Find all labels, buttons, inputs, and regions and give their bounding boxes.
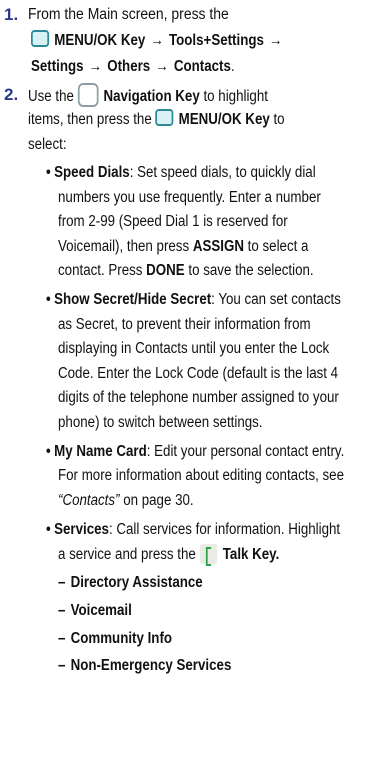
secret-text: displaying in Contacts until you enter t… xyxy=(58,340,330,357)
name-card-text: For more information about editing conta… xyxy=(58,467,345,484)
step-1-line-3: Settings → Others → Contacts. xyxy=(31,58,235,75)
step-1-number: 1. xyxy=(4,5,19,24)
step-2-line-3: select: xyxy=(28,136,67,153)
secret-text: as Secret, to prevent their information … xyxy=(58,316,311,333)
secret-text: digits of the telephone number assigned … xyxy=(58,389,339,406)
step-1-line-1: From the Main screen, press the xyxy=(28,6,229,23)
step-2-line-2: items, then press the MENU/OK Key to xyxy=(28,109,285,128)
speed-dials-text: contact. Press DONE to save the selectio… xyxy=(58,262,314,279)
step-1-line-2: MENU/OK Key → Tools+Settings → xyxy=(31,29,329,52)
step-2-number: 2. xyxy=(4,85,19,104)
menu-ok-key-icon xyxy=(155,109,174,126)
speed-dials-text: Voicemail), then press ASSIGN to select … xyxy=(58,238,309,255)
service-item: – Directory Assistance xyxy=(58,574,203,591)
secret-text: Code. Enter the Lock Code (default is th… xyxy=(58,365,339,382)
navigation-key-icon xyxy=(77,83,99,107)
service-item: – Community Info xyxy=(58,630,173,647)
speed-dials-text: numbers you use frequently. Enter a numb… xyxy=(58,189,321,206)
bullet-speed-dials: • Speed Dials: Set speed dials, to quickl… xyxy=(46,164,316,181)
bullet-show-hide-secret: • Show Secret/Hide Secret: You can set co… xyxy=(46,291,341,308)
secret-text: phone) to switch between settings. xyxy=(58,414,263,431)
speed-dials-text: from 2-99 (Speed Dial 1 is reserved for xyxy=(58,213,288,230)
services-text: a service and press the Talk Key. xyxy=(58,544,280,566)
bullet-services: • Services: Call services for information… xyxy=(46,521,341,538)
talk-key-icon xyxy=(199,544,217,566)
service-item: – Voicemail xyxy=(58,602,132,619)
contacts-page-link[interactable]: “Contacts” on page 30. xyxy=(58,489,216,512)
bullet-my-name-card: • My Name Card: Edit your personal contac… xyxy=(46,443,345,460)
menu-ok-key-icon xyxy=(31,30,50,47)
service-item: – Non-Emergency Services xyxy=(58,657,232,674)
step-2-line-1: Use the Navigation Key to highlight xyxy=(28,83,307,108)
